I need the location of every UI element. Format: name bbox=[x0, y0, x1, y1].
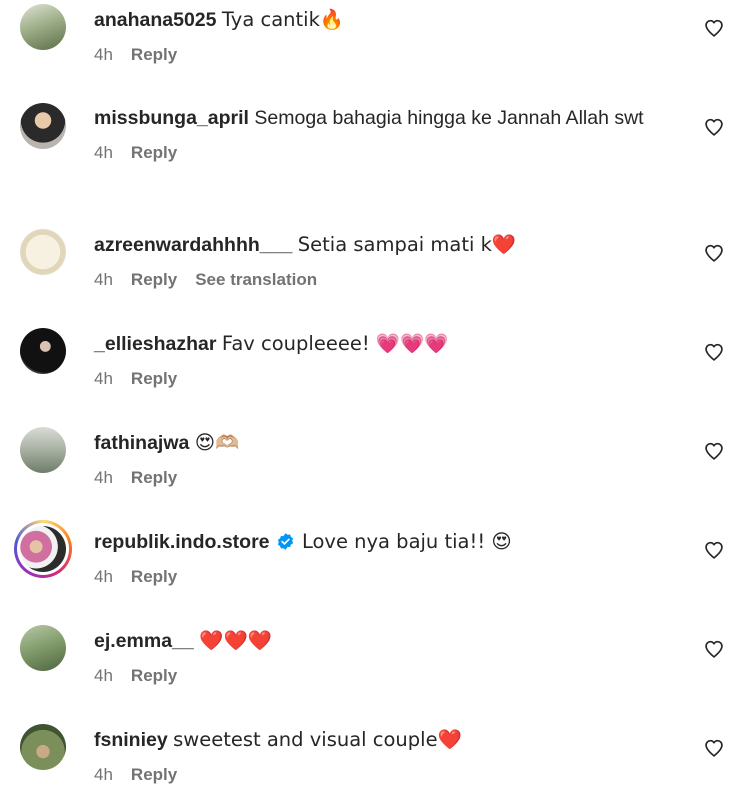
comment-username[interactable]: _ellieshazhar bbox=[94, 333, 216, 355]
avatar[interactable] bbox=[20, 103, 66, 149]
comment-username[interactable]: anahana5025 bbox=[94, 9, 217, 31]
reply-button[interactable]: Reply bbox=[131, 666, 177, 686]
avatar[interactable] bbox=[20, 229, 66, 275]
verified-badge-icon bbox=[277, 533, 293, 550]
reply-button[interactable]: Reply bbox=[131, 270, 177, 290]
comment-text: sweetest and visual couple❤️ bbox=[173, 728, 462, 751]
comment-username[interactable]: fsniniey bbox=[94, 729, 168, 751]
heart-outline-icon[interactable] bbox=[704, 441, 724, 461]
comment-time: 4h bbox=[94, 666, 113, 685]
comment-username[interactable]: missbunga_april bbox=[94, 107, 249, 129]
avatar[interactable] bbox=[20, 328, 66, 374]
avatar[interactable] bbox=[20, 625, 66, 671]
reply-button[interactable]: Reply bbox=[131, 765, 177, 785]
comment-text: 😍🫶🏼 bbox=[194, 431, 240, 454]
reply-button[interactable]: Reply bbox=[131, 45, 177, 65]
comment-text: Fav coupleeee! 💗💗💗 bbox=[221, 332, 449, 355]
comment-username[interactable]: azreenwardahhhh___ bbox=[94, 234, 292, 256]
comment-time: 4h bbox=[94, 765, 113, 784]
comment-time: 4h bbox=[94, 270, 113, 289]
comment-time: 4h bbox=[94, 567, 113, 586]
comment-username[interactable]: ej.emma__ bbox=[94, 630, 194, 652]
see-translation-button[interactable]: See translation bbox=[195, 270, 317, 290]
comment-text: Setia sampai mati k❤️ bbox=[297, 233, 517, 256]
avatar[interactable] bbox=[20, 427, 66, 473]
comment-text: Love nya baju tia!! 😍 bbox=[301, 530, 512, 553]
comment-time: 4h bbox=[94, 468, 113, 487]
reply-button[interactable]: Reply bbox=[131, 567, 177, 587]
comment-username[interactable]: republik.indo.store bbox=[94, 531, 270, 553]
comment-time: 4h bbox=[94, 45, 113, 64]
avatar[interactable] bbox=[20, 724, 66, 770]
comment-text: ❤️❤️❤️ bbox=[199, 629, 273, 652]
reply-button[interactable]: Reply bbox=[131, 468, 177, 488]
comment-time: 4h bbox=[94, 143, 113, 162]
heart-outline-icon[interactable] bbox=[704, 738, 724, 758]
heart-outline-icon[interactable] bbox=[704, 18, 724, 38]
comment-text: Tya cantik🔥 bbox=[221, 8, 345, 31]
avatar-story-ring[interactable] bbox=[14, 520, 72, 578]
heart-outline-icon[interactable] bbox=[704, 540, 724, 560]
comment-username[interactable]: fathinajwa bbox=[94, 432, 189, 454]
heart-outline-icon[interactable] bbox=[704, 243, 724, 263]
heart-outline-icon[interactable] bbox=[704, 342, 724, 362]
heart-outline-icon[interactable] bbox=[704, 117, 724, 137]
heart-outline-icon[interactable] bbox=[704, 639, 724, 659]
comment-time: 4h bbox=[94, 369, 113, 388]
avatar[interactable] bbox=[20, 4, 66, 50]
comment-text: Semoga bahagia hingga ke Jannah Allah sw… bbox=[254, 107, 644, 129]
comment-list: anahana5025 Tya cantik🔥 4h Reply missbun… bbox=[0, 0, 740, 790]
reply-button[interactable]: Reply bbox=[131, 143, 177, 163]
reply-button[interactable]: Reply bbox=[131, 369, 177, 389]
